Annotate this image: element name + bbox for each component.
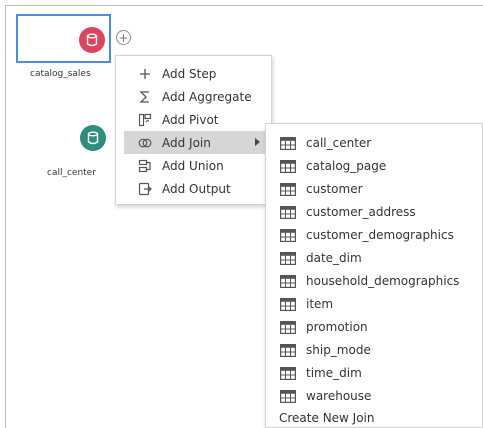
- pivot-icon: [137, 113, 153, 127]
- table-icon: [280, 389, 296, 403]
- submenu-item-label: time_dim: [306, 366, 362, 380]
- table-icon: [280, 366, 296, 380]
- menu-item-label: Add Join: [162, 135, 211, 150]
- menu-item-label: Add Step: [162, 66, 217, 81]
- table-icon: [280, 274, 296, 288]
- canvas-border-left: [5, 5, 6, 428]
- table-icon: [280, 159, 296, 173]
- submenu-item-table[interactable]: call_center: [280, 132, 371, 154]
- submenu-item-label: ship_mode: [306, 343, 371, 357]
- database-icon: [87, 131, 99, 145]
- submenu-item-label: call_center: [306, 136, 372, 150]
- table-icon: [280, 228, 296, 242]
- plus-circle-icon[interactable]: +: [116, 30, 131, 45]
- submenu-item-label: warehouse: [306, 389, 372, 403]
- submenu-item-table[interactable]: item: [280, 293, 333, 315]
- submenu-item-label: household_demographics: [306, 274, 460, 288]
- submenu-item-table[interactable]: date_dim: [280, 247, 362, 269]
- plus-icon: [137, 67, 153, 81]
- submenu-item-label: customer_demographics: [306, 228, 454, 242]
- table-icon: [280, 297, 296, 311]
- node-call-center[interactable]: [80, 125, 106, 151]
- submenu-item-label: catalog_page: [306, 159, 387, 173]
- submenu-item-table[interactable]: customer: [280, 178, 363, 200]
- submenu-item-table[interactable]: catalog_page: [280, 155, 386, 177]
- menu-item-add-output[interactable]: Add Output: [124, 177, 264, 200]
- submenu-item-table[interactable]: ship_mode: [280, 339, 371, 361]
- menu-item-add-step[interactable]: Add Step: [124, 62, 264, 85]
- submenu-item-table[interactable]: promotion: [280, 316, 368, 338]
- menu-item-add-join[interactable]: Add Join: [124, 131, 272, 154]
- node-catalog-sales[interactable]: [79, 27, 105, 53]
- sigma-icon: [137, 90, 153, 104]
- database-icon: [86, 33, 98, 47]
- menu-item-label: Add Output: [162, 181, 231, 196]
- submenu-item-table[interactable]: customer_demographics: [280, 224, 454, 246]
- node-label-call-center: call_center: [47, 168, 96, 178]
- union-icon: [137, 159, 153, 173]
- submenu-item-label: date_dim: [306, 251, 362, 265]
- join-submenu: call_center catalog_page customer custom…: [265, 123, 483, 428]
- context-menu: Add Step Add Aggregate Add Pivot Add Joi…: [115, 55, 272, 205]
- menu-item-add-pivot[interactable]: Add Pivot: [124, 108, 264, 131]
- table-icon: [280, 251, 296, 265]
- table-icon: [280, 182, 296, 196]
- table-icon: [280, 136, 296, 150]
- output-icon: [137, 182, 153, 196]
- node-label-catalog-sales: catalog_sales: [30, 69, 91, 79]
- submenu-item-label: item: [306, 297, 334, 311]
- submenu-item-table[interactable]: warehouse: [280, 385, 371, 407]
- menu-item-add-aggregate[interactable]: Add Aggregate: [124, 85, 264, 108]
- submenu-item-label: customer_address: [306, 205, 416, 219]
- canvas-border-top: [5, 5, 483, 6]
- table-icon: [280, 205, 296, 219]
- submenu-item-table[interactable]: time_dim: [280, 362, 362, 384]
- menu-item-label: Add Pivot: [162, 112, 219, 127]
- menu-item-label: Add Union: [162, 158, 224, 173]
- join-icon: [137, 136, 153, 150]
- chevron-right-icon: [255, 138, 260, 146]
- submenu-item-table[interactable]: customer_address: [280, 201, 416, 223]
- flow-canvas: catalog_sales + call_center Add Step Add…: [0, 0, 483, 428]
- create-new-join-button[interactable]: Create New Join: [279, 411, 375, 425]
- table-icon: [280, 343, 296, 357]
- submenu-item-table[interactable]: household_demographics: [280, 270, 459, 292]
- submenu-item-label: promotion: [306, 320, 368, 334]
- menu-item-label: Add Aggregate: [162, 89, 252, 104]
- table-icon: [280, 320, 296, 334]
- submenu-item-label: customer: [306, 182, 363, 196]
- menu-item-add-union[interactable]: Add Union: [124, 154, 264, 177]
